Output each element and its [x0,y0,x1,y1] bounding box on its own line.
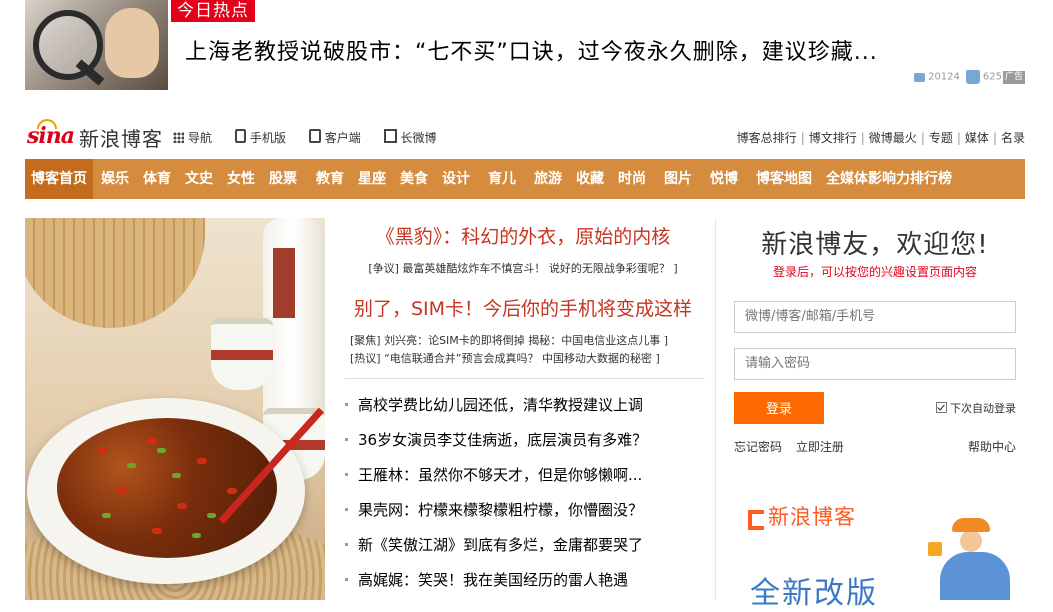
wine-cup [211,318,273,390]
promo-illustration [928,518,1016,600]
channel-travel[interactable]: 旅游 [534,159,562,199]
channel-yuebo[interactable]: 悦博 [710,159,738,199]
logo-brand: sina [27,123,75,149]
client-link[interactable]: 客户端 [308,129,361,146]
channel-education[interactable]: 教育 [316,159,344,199]
news-item[interactable]: 王雁林：虽然你不够天才，但是你够懒啊... [358,464,642,485]
grid-icon [173,132,184,143]
news-divider [345,378,705,379]
channel-sports[interactable]: 体育 [143,159,171,199]
ad-label: 广告 [1002,70,1025,84]
channel-stocks[interactable]: 股票 [269,159,297,199]
phone-icon [234,129,246,143]
promo-brand: 新浪博客 [768,505,856,529]
ranking-links: 博客总排行 | 博文排行 | 微博最火 | 专题 | 媒体 | 名录 [736,131,1025,145]
channel-design[interactable]: 设计 [442,159,470,199]
sina-blog-logo[interactable]: sina 新浪博客 [25,119,165,151]
channel-horoscope[interactable]: 星座 [358,159,386,199]
channel-collection[interactable]: 收藏 [576,159,604,199]
login-panel: 新浪博友，欢迎您! 登录后，可以按您的兴趣设置页面内容 登录 下次自动登录 忘记… [734,218,1016,611]
top-links: 导航 手机版 客户端 长微博 [173,129,456,146]
ad-like-count: 625 [982,71,1002,83]
channel-bar: 博客首页 娱乐 体育 文史 女性 股票 教育 星座 美食 设计 育儿 旅游 收藏… [25,159,1025,199]
bamboo-steamer [25,218,205,328]
password-field-box [734,348,1016,380]
channel-media-ranking[interactable]: 全媒体影响力排行榜 [826,159,952,199]
bottle-label [273,248,295,318]
news-item[interactable]: 高校学费比幼儿园还低，清华教授建议上调 [358,394,643,415]
checkbox-icon[interactable] [936,402,947,413]
mobile-link[interactable]: 手机版 [234,129,286,146]
nav-link[interactable]: 导航 [173,129,212,146]
headline-2[interactable]: 别了，SIM卡！今后你的手机将变成这样 [342,294,704,321]
hot-badge: 今日热点 [171,0,255,22]
link-article-ranking[interactable]: 博文排行 [809,131,857,145]
professor-face [105,8,159,78]
channel-pictures[interactable]: 图片 [664,159,692,199]
headline-2-sub-1[interactable]: [聚焦] 刘兴亮：论SIM卡的即将倒掉 揭秘：中国电信业这点儿事 ] [350,332,668,348]
link-media[interactable]: 媒体 [965,131,989,145]
link-weibo-hot[interactable]: 微博最火 [869,131,917,145]
logo-text: 新浪博客 [79,127,163,151]
channel-history[interactable]: 文史 [185,159,213,199]
news-item[interactable]: 高娓娓：笑哭！我在美国经历的雷人艳遇 [358,569,628,590]
link-blog-ranking[interactable]: 博客总排行 [737,131,797,145]
promo-tagline: 全新改版 [750,576,878,611]
login-button[interactable]: 登录 [734,392,824,424]
channel-entertainment[interactable]: 娱乐 [101,159,129,199]
client-icon [308,129,321,143]
username-field-box [734,301,1016,333]
register-link[interactable]: 立即注册 [796,440,844,454]
forgot-password-link[interactable]: 忘记密码 [734,440,782,454]
site-header: sina 新浪博客 导航 手机版 客户端 长微博 博客总排行 | 博文排行 | 微博最火… [25,117,1025,157]
news-item[interactable]: 36岁女演员李艾佳病逝，底层演员有多难？ [358,429,647,450]
dish [57,418,277,558]
link-directory[interactable]: 名录 [1001,131,1025,145]
column-divider [715,218,716,600]
password-input[interactable] [735,349,1015,377]
channel-food[interactable]: 美食 [400,159,428,199]
news-item[interactable]: 新《笑傲江湖》到底有多烂，金庸都要哭了 [358,534,643,555]
channel-blog-map[interactable]: 博客地图 [756,159,812,199]
hot-topic-ad[interactable]: 今日热点 上海老教授说破股市：“七不买”口诀，过今夜永久删除，建议珍藏... 2… [25,0,1025,92]
promo-logo[interactable]: 新浪博客 [748,501,856,531]
headline-1[interactable]: 《黑豹》：科幻的外衣，原始的内核 [342,222,704,249]
like-icon[interactable] [965,70,980,84]
channel-parenting[interactable]: 育儿 [488,159,516,199]
channel-fashion[interactable]: 时尚 [618,159,646,199]
promo-logo-icon [748,510,764,530]
auto-login-checkbox[interactable]: 下次自动登录 [936,400,1016,416]
ad-comment-count: 20124 [928,71,960,83]
username-input[interactable] [735,302,1015,330]
long-weibo-link[interactable]: 长微博 [383,129,437,146]
ad-thumbnail-image[interactable] [25,0,168,90]
welcome-subtitle: 登录后，可以按您的兴趣设置页面内容 [772,265,977,279]
featured-food-image[interactable] [25,218,325,600]
headline-2-sub-2[interactable]: [热议] “电信联通合并”预言会成真吗？ 中国移动大数据的秘密 ] [350,350,660,366]
headline-1-sub[interactable]: [争议] 最富英雄酷炫炸车不慎宫斗！ 说好的无限战争彩蛋呢？ ] [342,260,704,276]
hot-ad-title[interactable]: 上海老教授说破股市：“七不买”口诀，过今夜永久删除，建议珍藏... [185,34,878,66]
channel-blog-home[interactable]: 博客首页 [25,159,93,199]
doc-icon [383,129,397,143]
news-item[interactable]: 果壳网：柠檬来檬黎檬粗柠檬，你懵圈没？ [358,499,643,520]
news-column: 《黑豹》：科幻的外衣，原始的内核 [争议] 最富英雄酷炫炸车不慎宫斗！ 说好的无… [342,218,705,600]
ad-stats: 20124 625 广告 [914,70,1025,84]
link-topics[interactable]: 专题 [929,131,953,145]
channel-women[interactable]: 女性 [227,159,255,199]
account-links: 忘记密码 立即注册 [734,438,844,455]
help-center-link[interactable]: 帮助中心 [968,438,1016,455]
comment-icon [914,72,926,82]
welcome-title: 新浪博友，欢迎您! [761,230,989,260]
